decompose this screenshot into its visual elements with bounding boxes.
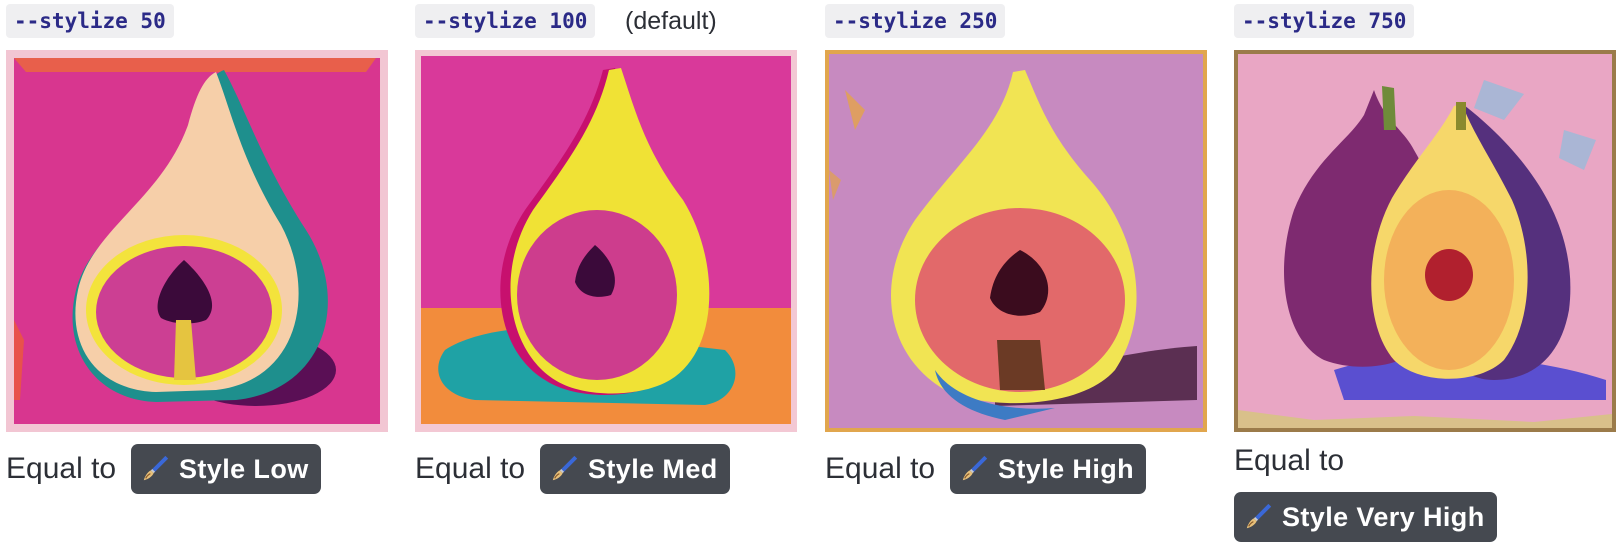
badge-label: Style Med (588, 454, 718, 484)
stylize-param-code: --stylize 750 (1234, 4, 1415, 38)
paintbrush-icon (141, 453, 171, 483)
badge-label: Style Low (179, 454, 309, 484)
stylize-param-code: --stylize 100 (415, 4, 596, 38)
column-stylize-50: --stylize 50 Equal to Style Low (6, 0, 388, 560)
equal-to-label: Equal to (825, 452, 936, 485)
column-stylize-250: --stylize 250 Equal to Style High (825, 0, 1207, 560)
fig-artwork-image (415, 50, 797, 432)
paintbrush-icon (960, 453, 990, 483)
badge-label: Style Very High (1282, 502, 1485, 532)
stylize-param-code: --stylize 250 (825, 4, 1006, 38)
style-med-badge[interactable]: Style Med (540, 444, 730, 494)
column-stylize-750: --stylize 750 Equal to Style Very High (1234, 0, 1616, 560)
equal-to-label: Equal to (6, 452, 117, 485)
equal-to-label: Equal to (415, 452, 526, 485)
stylize-param-code: --stylize 50 (6, 4, 174, 38)
fig-artwork-image (825, 50, 1207, 432)
paintbrush-icon (550, 453, 580, 483)
fig-artwork-image (1234, 50, 1616, 432)
badge-label: Style High (998, 454, 1135, 484)
default-note: (default) (625, 7, 717, 35)
paintbrush-icon (1244, 501, 1274, 531)
fig-artwork-image (6, 50, 388, 432)
style-low-badge[interactable]: Style Low (131, 444, 321, 494)
style-very-high-badge[interactable]: Style Very High (1234, 492, 1497, 542)
equal-to-label: Equal to (1234, 444, 1345, 477)
style-high-badge[interactable]: Style High (950, 444, 1147, 494)
column-stylize-100: --stylize 100 (default) Equal to Style M… (415, 0, 797, 560)
